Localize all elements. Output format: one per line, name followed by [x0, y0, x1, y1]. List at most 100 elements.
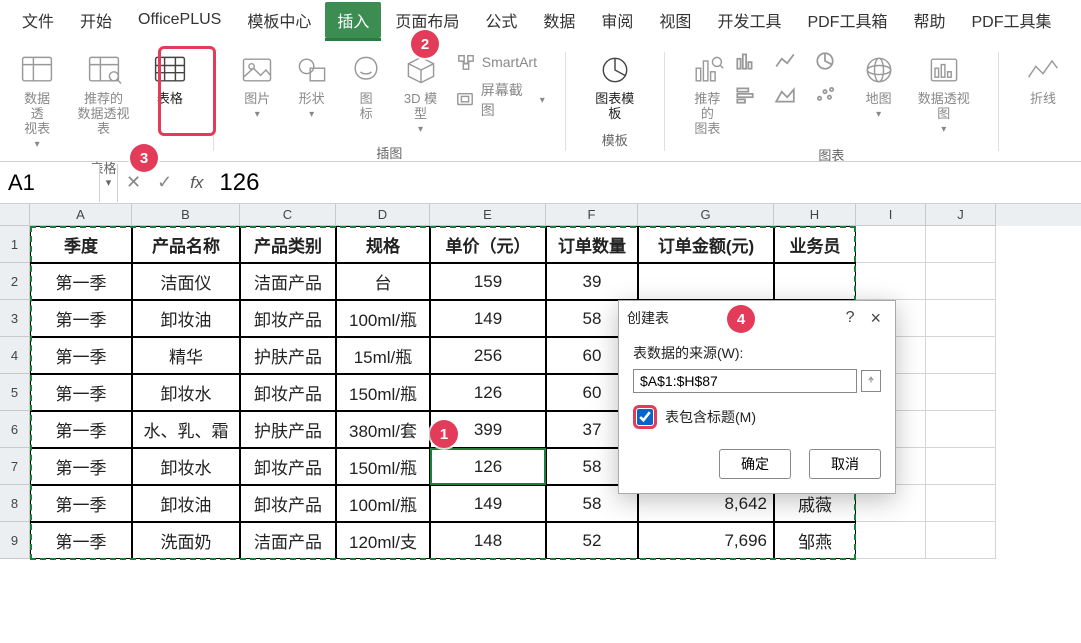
cell[interactable]: 150ml/瓶: [336, 374, 430, 411]
cell[interactable]: 洁面产品: [240, 263, 336, 300]
screenshot-button[interactable]: 屏幕截图 ▾: [452, 78, 549, 122]
col-header-F[interactable]: F: [546, 204, 638, 226]
cell[interactable]: 52: [546, 522, 638, 559]
scatter-chart-icon[interactable]: [814, 84, 852, 116]
col-header-A[interactable]: A: [30, 204, 132, 226]
line-chart-icon[interactable]: [774, 50, 812, 82]
pie-chart-icon[interactable]: [814, 50, 852, 82]
area-chart-icon[interactable]: [774, 84, 812, 116]
cell[interactable]: 洁面产品: [240, 522, 336, 559]
col-header-C[interactable]: C: [240, 204, 336, 226]
cell[interactable]: 卸妆产品: [240, 374, 336, 411]
row-header[interactable]: 6: [0, 411, 30, 448]
cell[interactable]: 第一季: [30, 300, 132, 337]
recommended-pivot-button[interactable]: 推荐的 数据透视表: [64, 46, 142, 141]
menu-home[interactable]: 开始: [68, 2, 124, 38]
row-header[interactable]: 7: [0, 448, 30, 485]
cell[interactable]: 150ml/瓶: [336, 448, 430, 485]
cell[interactable]: 100ml/瓶: [336, 300, 430, 337]
cell[interactable]: 台: [336, 263, 430, 300]
cell[interactable]: 卸妆水: [132, 374, 240, 411]
dialog-has-header-checkbox[interactable]: [637, 409, 653, 425]
cell[interactable]: 126: [430, 448, 546, 485]
col-header-H[interactable]: H: [774, 204, 856, 226]
smartart-button[interactable]: SmartArt: [452, 50, 549, 74]
cell[interactable]: 120ml/支: [336, 522, 430, 559]
pivot-chart-button[interactable]: 数据透视图 ▾: [905, 46, 982, 139]
cell[interactable]: 256: [430, 337, 546, 374]
cell[interactable]: 卸妆油: [132, 485, 240, 522]
cell[interactable]: 卸妆产品: [240, 448, 336, 485]
dialog-close-button[interactable]: ×: [864, 308, 887, 329]
cell[interactable]: 洁面仪: [132, 263, 240, 300]
menu-help[interactable]: 帮助: [901, 2, 957, 38]
name-box[interactable]: [0, 164, 100, 202]
cell[interactable]: 126: [430, 374, 546, 411]
cell[interactable]: [926, 263, 996, 300]
menu-devtools[interactable]: 开发工具: [705, 2, 793, 38]
cell[interactable]: 单价（元）: [430, 226, 546, 263]
cell[interactable]: 卸妆产品: [240, 485, 336, 522]
menu-pdf-tools[interactable]: PDF工具集: [959, 2, 1063, 38]
cell[interactable]: 148: [430, 522, 546, 559]
cell[interactable]: 邹燕: [774, 522, 856, 559]
menu-template-center[interactable]: 模板中心: [235, 2, 323, 38]
col-header-D[interactable]: D: [336, 204, 430, 226]
map-button[interactable]: 地图 ▾: [852, 46, 905, 124]
cell[interactable]: 第一季: [30, 411, 132, 448]
cell[interactable]: 159: [430, 263, 546, 300]
accept-formula-button[interactable]: ✓: [149, 172, 180, 193]
col-header-E[interactable]: E: [430, 204, 546, 226]
menu-pdf-toolbox[interactable]: PDF工具箱: [795, 2, 899, 38]
cell[interactable]: 水、乳、霜: [132, 411, 240, 448]
cell[interactable]: 380ml/套: [336, 411, 430, 448]
picture-button[interactable]: 图片 ▾: [230, 46, 284, 124]
dialog-cancel-button[interactable]: 取消: [809, 449, 881, 479]
cell[interactable]: 第一季: [30, 448, 132, 485]
col-header-B[interactable]: B: [132, 204, 240, 226]
menu-data[interactable]: 数据: [531, 2, 587, 38]
cell[interactable]: [926, 522, 996, 559]
cell[interactable]: 护肤产品: [240, 337, 336, 374]
cell[interactable]: 第一季: [30, 263, 132, 300]
cell[interactable]: 业务员: [774, 226, 856, 263]
menu-view[interactable]: 视图: [647, 2, 703, 38]
dialog-range-input[interactable]: [633, 369, 857, 393]
row-header[interactable]: 3: [0, 300, 30, 337]
cell[interactable]: 15ml/瓶: [336, 337, 430, 374]
menu-formulas[interactable]: 公式: [473, 2, 529, 38]
col-header-J[interactable]: J: [926, 204, 996, 226]
cell[interactable]: 149: [430, 300, 546, 337]
sparkline-button[interactable]: 折线: [1015, 46, 1071, 111]
dialog-help-button[interactable]: ?: [836, 309, 865, 327]
cell[interactable]: [856, 263, 926, 300]
row-header[interactable]: 8: [0, 485, 30, 522]
menu-file[interactable]: 文件: [10, 2, 66, 38]
cell[interactable]: 卸妆油: [132, 300, 240, 337]
name-box-dropdown[interactable]: ▾: [100, 164, 118, 202]
cell[interactable]: [856, 226, 926, 263]
col-header-I[interactable]: I: [856, 204, 926, 226]
cell[interactable]: 洗面奶: [132, 522, 240, 559]
select-all-corner[interactable]: [0, 204, 30, 226]
menu-review[interactable]: 审阅: [589, 2, 645, 38]
col-header-G[interactable]: G: [638, 204, 774, 226]
column-chart-icon[interactable]: [734, 50, 772, 82]
cell[interactable]: 精华: [132, 337, 240, 374]
cell[interactable]: 季度: [30, 226, 132, 263]
row-header[interactable]: 2: [0, 263, 30, 300]
shapes-button[interactable]: 形状 ▾: [284, 46, 338, 124]
row-header[interactable]: 5: [0, 374, 30, 411]
cell[interactable]: 7,696: [638, 522, 774, 559]
cancel-formula-button[interactable]: ✕: [118, 172, 149, 193]
cell[interactable]: [926, 411, 996, 448]
cell[interactable]: 149: [430, 485, 546, 522]
cell[interactable]: [926, 448, 996, 485]
cell[interactable]: 订单金额(元): [638, 226, 774, 263]
icons-button[interactable]: 图 标: [339, 46, 393, 126]
cell[interactable]: 第一季: [30, 337, 132, 374]
cell[interactable]: 卸妆产品: [240, 300, 336, 337]
pivot-table-button[interactable]: 数据透 视表 ▾: [10, 46, 64, 154]
cell[interactable]: 产品类别: [240, 226, 336, 263]
cell[interactable]: [926, 300, 996, 337]
